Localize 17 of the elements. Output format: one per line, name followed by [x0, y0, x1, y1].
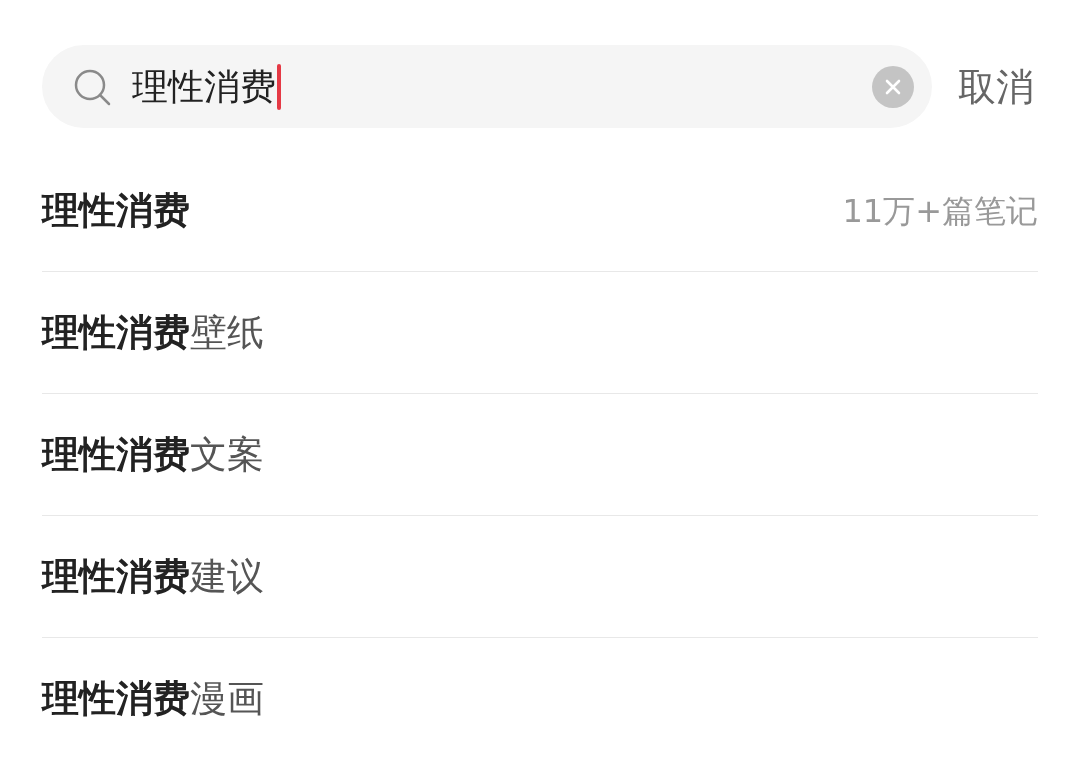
suggestion-item[interactable]: 理性消费漫画 — [42, 638, 1038, 758]
text-cursor — [277, 63, 281, 110]
suggestion-item[interactable]: 理性消费壁纸 — [42, 272, 1038, 394]
search-bar[interactable]: 理性消费 — [42, 45, 932, 128]
suggestion-text: 理性消费建议 — [42, 553, 264, 600]
suggestion-item[interactable]: 理性消费文案 — [42, 394, 1038, 516]
suggestion-item[interactable]: 理性消费 11万+篇笔记 — [42, 150, 1038, 272]
clear-button[interactable] — [872, 65, 914, 108]
cancel-button[interactable]: 取消 — [958, 67, 1034, 106]
note-count: 11万+篇笔记 — [842, 190, 1038, 232]
suggestion-text: 理性消费壁纸 — [42, 309, 264, 356]
search-input[interactable]: 理性消费 — [132, 68, 276, 105]
suggestion-text: 理性消费文案 — [42, 431, 264, 478]
suggestion-item[interactable]: 理性消费建议 — [42, 516, 1038, 638]
suggestion-text: 理性消费 — [42, 187, 190, 234]
suggestion-text: 理性消费漫画 — [42, 675, 264, 722]
close-icon — [885, 78, 901, 95]
